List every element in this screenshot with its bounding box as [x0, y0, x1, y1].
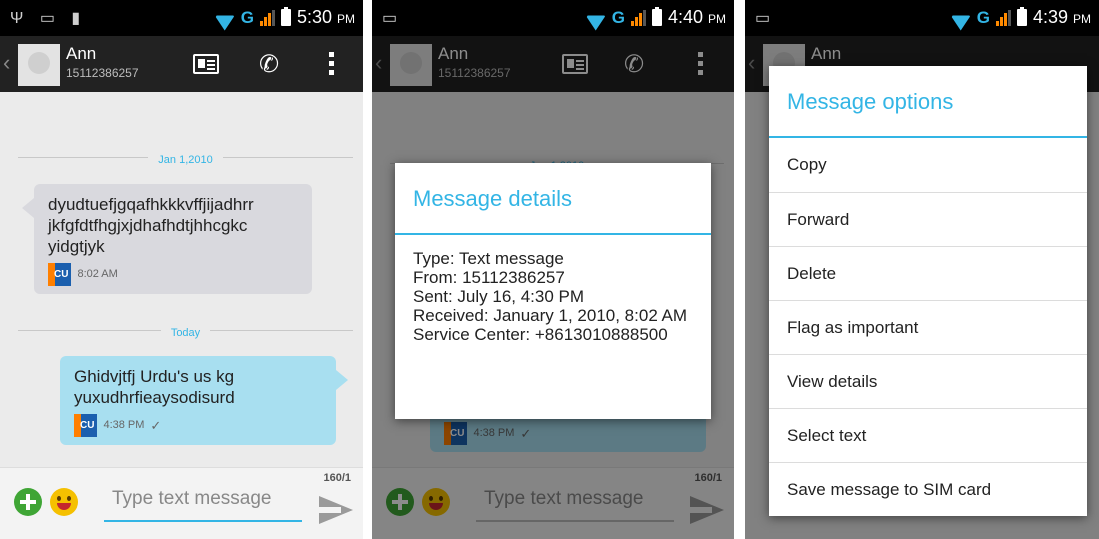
signal-icon [995, 9, 1011, 26]
message-options-screen: ▭ G 4:39 PM ‹ Ann Message options Copy F… [745, 0, 1099, 539]
message-options-dialog: Message options Copy Forward Delete Flag… [769, 66, 1087, 516]
attach-plus-icon[interactable] [14, 488, 42, 516]
incoming-message-bubble[interactable]: dyudtuefjgqafhkkkvffjijadhrr jkfgfdtfhgj… [22, 184, 312, 294]
menu-item-select-text[interactable]: Select text [769, 408, 1087, 462]
contact-name: Ann [66, 44, 97, 63]
wifi-icon [586, 11, 606, 25]
network-type-icon: G [976, 7, 990, 27]
detail-received: Received: January 1, 2010, 8:02 AM [413, 306, 688, 325]
status-time: 4:40 PM [667, 7, 726, 27]
menu-item-view-details[interactable]: View details [769, 354, 1087, 408]
signal-icon [630, 9, 646, 26]
menu-item-flag-important[interactable]: Flag as important [769, 300, 1087, 354]
delivered-check-icon: ✓ [150, 418, 162, 433]
network-type-icon: G [611, 7, 625, 27]
menu-item-delete[interactable]: Delete [769, 246, 1087, 300]
status-time: 5:30 PM [296, 7, 355, 27]
dialog-title: Message options [769, 66, 1087, 138]
dialog-title: Message details [395, 163, 711, 235]
message-details-screen: ▭ G 4:40 PM ‹ Ann 15112386257 ✆ Jan 1,20… [372, 0, 734, 539]
detail-from: From: 15112386257 [413, 268, 565, 287]
back-chevron-icon[interactable]: ‹ [3, 50, 10, 76]
notification-icons: ▭ [755, 10, 777, 27]
signal-icon [259, 9, 275, 26]
emoji-icon[interactable] [50, 488, 78, 516]
dialog-body: Type: Text message From: 15112386257 Sen… [395, 235, 711, 358]
overflow-menu-icon[interactable] [329, 52, 334, 57]
carrier-badge: CU [48, 263, 72, 286]
contact-avatar[interactable] [18, 44, 60, 86]
message-details-dialog: Message details Type: Text message From:… [395, 163, 711, 419]
battery-icon [280, 7, 291, 26]
status-time: 4:39 PM [1032, 7, 1091, 27]
message-composer: 160/1 [0, 467, 363, 539]
character-counter: 160/1 [323, 472, 351, 484]
wifi-icon [215, 11, 235, 25]
status-bar: ▭ G 4:39 PM [745, 0, 1099, 36]
detail-sent: Sent: July 16, 4:30 PM [413, 287, 585, 306]
battery-icon [1016, 7, 1027, 26]
contact-card-icon[interactable] [193, 54, 219, 74]
bubble-tail [336, 370, 348, 390]
status-bar: Ψ ▭ ▮ G 5:30 PM [0, 0, 363, 36]
send-icon[interactable] [319, 496, 353, 524]
action-bar: ‹ Ann 15112386257 ✆ [0, 36, 363, 92]
network-type-icon: G [240, 7, 254, 27]
contact-number: 15112386257 [66, 66, 139, 80]
message-time: 8:02 AM [77, 268, 118, 280]
wifi-icon [951, 11, 971, 25]
message-time: 4:38 PM [103, 419, 145, 431]
message-input[interactable] [104, 478, 302, 522]
carrier-badge: CU [74, 414, 98, 437]
outgoing-message-text: Ghidvjtfj Urdu's us kg yuxudhrfieaysodis… [74, 367, 235, 407]
outgoing-message-bubble[interactable]: Ghidvjtfj Urdu's us kg yuxudhrfieaysodis… [60, 356, 348, 445]
menu-item-save-to-sim[interactable]: Save message to SIM card [769, 462, 1087, 516]
detail-type: Type: Text message [413, 249, 564, 268]
call-icon[interactable]: ✆ [259, 50, 279, 79]
battery-icon [651, 7, 662, 26]
options-menu: Copy Forward Delete Flag as important Vi… [769, 138, 1087, 516]
detail-service-center: Service Center: +8613010888500 [413, 325, 668, 344]
menu-item-forward[interactable]: Forward [769, 192, 1087, 246]
bubble-tail [22, 198, 34, 218]
notification-icons: ▭ [382, 10, 404, 27]
menu-item-copy[interactable]: Copy [769, 138, 1087, 192]
message-list: Jan 1,2010 dyudtuefjgqafhkkkvffjijadhrr … [0, 92, 363, 467]
incoming-message-text: dyudtuefjgqafhkkkvffjijadhrr jkfgfdtfhgj… [48, 195, 254, 256]
conversation-screen: Ψ ▭ ▮ G 5:30 PM ‹ Ann 15112386257 ✆ Jan … [0, 0, 363, 539]
date-divider: Jan 1,2010 [18, 150, 353, 166]
status-bar: ▭ G 4:40 PM [372, 0, 734, 36]
date-divider: Today [18, 323, 353, 339]
notification-icons: Ψ ▭ ▮ [10, 10, 87, 27]
